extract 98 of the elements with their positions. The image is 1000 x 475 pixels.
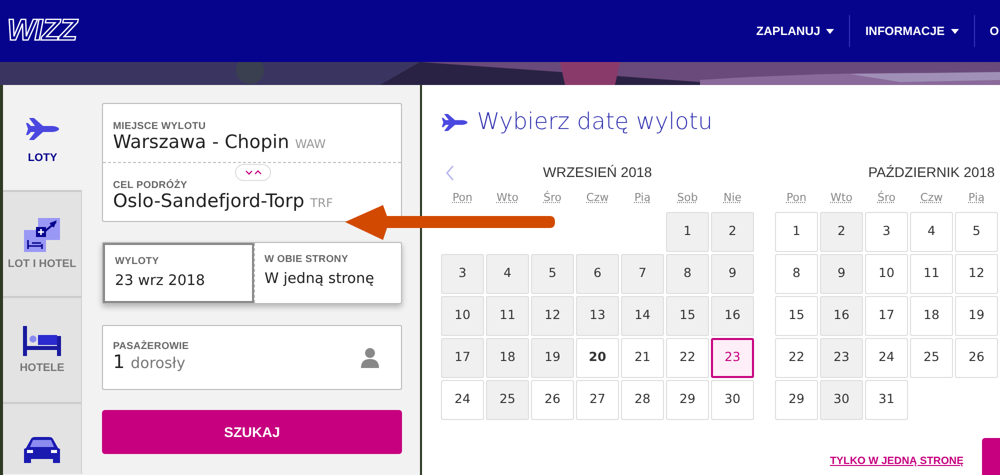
day-cell[interactable]: 1 (775, 212, 818, 252)
weekday-label: Śro (542, 190, 562, 206)
day-cell[interactable]: 4 (910, 212, 953, 252)
day-cell[interactable]: 29 (775, 380, 818, 420)
date-field[interactable]: WYLOTY 23 wrz 2018 (103, 243, 254, 304)
field-label: WYLOTY (115, 256, 160, 268)
calendar-title: Wybierz datę wylotu (477, 108, 713, 137)
search-button[interactable]: SZUKAJ (102, 410, 402, 454)
weekday-label: Czw (585, 190, 610, 206)
field-label: CEL PODRÓŻY (113, 180, 188, 192)
day-cell[interactable]: 19 (531, 338, 574, 378)
day-cell[interactable]: 5 (531, 254, 574, 294)
day-cell[interactable]: 3 (441, 254, 484, 294)
weekday-label: Pon (786, 190, 808, 206)
day-cell[interactable]: 26 (955, 338, 998, 378)
day-cell[interactable]: 30 (711, 380, 754, 420)
day-cell[interactable]: 11 (910, 254, 953, 294)
day-cell[interactable]: 18 (486, 338, 529, 378)
day-cell[interactable]: 22 (775, 338, 818, 378)
tab-label: LOT I HOTEL (8, 258, 76, 270)
day-cell[interactable]: 10 (441, 296, 484, 336)
passengers-field[interactable]: PASAŻEROWIE 1 dorosły (102, 325, 402, 390)
field-label: PASAŻEROWIE (113, 341, 189, 352)
weekday-label: Nie (722, 190, 743, 206)
weekday-label: Śro (876, 190, 896, 206)
day-cell[interactable]: 9 (711, 254, 754, 294)
person-icon (361, 347, 379, 368)
day-cell[interactable]: 4 (486, 254, 529, 294)
day-cell[interactable]: 17 (441, 338, 484, 378)
field-value: Warszawa - Chopin WAW (113, 132, 327, 154)
day-cell[interactable]: 16 (820, 296, 863, 336)
day-cell[interactable]: 10 (865, 254, 908, 294)
field-value: Oslo-Sandefjord-Torp TRF (113, 191, 334, 214)
day-cell[interactable]: 21 (621, 338, 664, 378)
day-cell[interactable]: 23 (711, 338, 754, 378)
day-cell[interactable]: 12 (531, 296, 574, 336)
plane-and-bed-icon (24, 218, 60, 252)
car-icon (22, 434, 62, 464)
day-cell[interactable]: 2 (820, 212, 863, 252)
nav-link[interactable]: ZAPLANUJ (741, 15, 850, 47)
day-cell[interactable]: 7 (621, 254, 664, 294)
swap-button[interactable] (235, 164, 271, 181)
day-cell[interactable]: 15 (775, 296, 818, 336)
nav-link[interactable]: INFORMACJE (850, 15, 975, 47)
nav-link[interactable]: O (974, 15, 1000, 47)
day-cell[interactable]: 30 (820, 380, 863, 420)
day-cell[interactable]: 16 (711, 296, 754, 336)
month-title: PAŹDZIERNIK 2018 (868, 164, 995, 180)
day-cell[interactable]: 6 (576, 254, 619, 294)
weekday-label: Czw (919, 190, 944, 206)
weekday-label: Sob (676, 190, 699, 206)
day-cell[interactable]: 29 (666, 380, 709, 420)
day-cell[interactable]: 12 (955, 254, 998, 294)
weekday-label: Pią (633, 190, 652, 206)
day-cell[interactable]: 28 (621, 380, 664, 420)
day-cell[interactable]: 23 (820, 338, 863, 378)
day-cell[interactable]: 13 (576, 296, 619, 336)
field-value: W jedną stronę (264, 270, 376, 290)
day-cell[interactable]: 25 (910, 338, 953, 378)
tab-label: HOTELE (20, 362, 64, 374)
day-cell[interactable]: 11 (486, 296, 529, 336)
day-cell[interactable]: 2 (711, 212, 754, 252)
day-cell[interactable]: 22 (666, 338, 709, 378)
tab-label: LOTY (28, 152, 58, 164)
day-cell[interactable]: 9 (820, 254, 863, 294)
day-cell[interactable]: 31 (865, 380, 908, 420)
day-cell[interactable]: 20 (576, 338, 619, 378)
field-value: 23 wrz 2018 (115, 272, 206, 292)
day-cell[interactable]: 15 (666, 296, 709, 336)
bed-icon (23, 326, 61, 356)
day-cell[interactable]: 3 (865, 212, 908, 252)
day-cell[interactable]: 26 (531, 380, 574, 420)
day-cell[interactable]: 24 (865, 338, 908, 378)
field-label: W OBIE STRONY (264, 254, 350, 266)
weekday-label: Pią (967, 190, 986, 206)
day-cell[interactable]: 27 (576, 380, 619, 420)
day-cell[interactable]: 5 (955, 212, 998, 252)
swap-chevrons-icon (244, 169, 262, 176)
day-cell[interactable]: 24 (441, 380, 484, 420)
logo[interactable]: WIZZ (7, 14, 76, 48)
sidebar-tab[interactable] (3, 402, 82, 474)
day-cell[interactable]: 8 (666, 254, 709, 294)
day-cell[interactable]: 19 (955, 296, 998, 336)
date-field[interactable]: W OBIE STRONY W jedną stronę (254, 243, 401, 304)
weekday-label: Wto (830, 190, 854, 206)
weekday-label: Wto (496, 190, 520, 206)
month-title: WRZESIEŃ 2018 (543, 164, 652, 180)
day-cell[interactable]: 14 (621, 296, 664, 336)
day-cell[interactable]: 8 (775, 254, 818, 294)
day-cell[interactable]: 18 (910, 296, 953, 336)
day-cell[interactable]: 17 (865, 296, 908, 336)
field-value: 1 dorosły (113, 352, 186, 374)
field-label: MIEJSCE WYLOTU (113, 121, 207, 132)
airport-field[interactable]: MIEJSCE WYLOTU Warszawa - Chopin WAW (103, 104, 401, 162)
day-cell[interactable]: 1 (666, 212, 709, 252)
one-way-link[interactable]: TYLKO W JEDNĄ STRONĘ (830, 455, 964, 467)
day-cell[interactable]: 25 (486, 380, 529, 420)
weekday-label: Pon (452, 190, 474, 206)
